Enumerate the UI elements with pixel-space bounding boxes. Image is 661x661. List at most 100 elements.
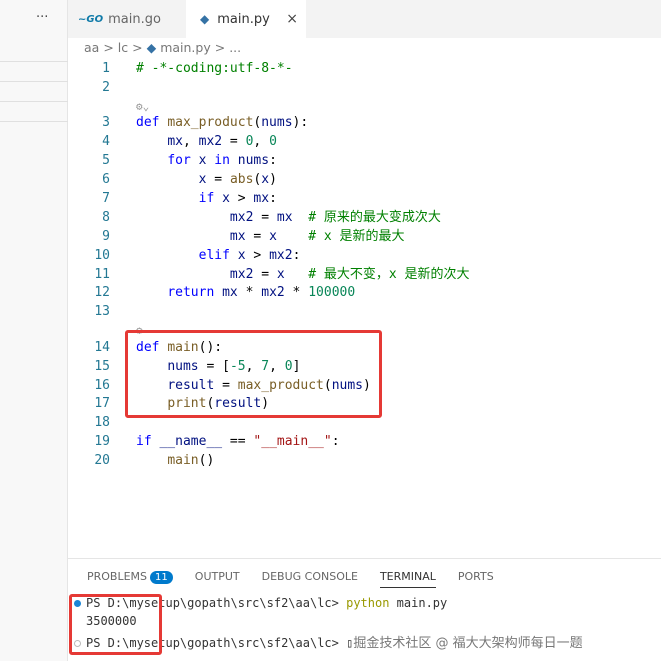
code-token: : xyxy=(292,247,301,263)
code-token: , xyxy=(182,134,199,150)
tab-main-go[interactable]: ~GO main.go xyxy=(68,0,186,38)
python-icon: ◆ xyxy=(146,40,157,55)
line-number: 15 xyxy=(94,358,110,374)
code-token: mx2 xyxy=(229,266,254,282)
line-number: 5 xyxy=(102,153,110,169)
code-token: * xyxy=(284,285,309,301)
more-actions-button[interactable]: ··· xyxy=(36,10,48,25)
code-token: x xyxy=(237,247,246,263)
chevron-right-icon: > xyxy=(132,40,143,55)
code-text: mx, mx2 = 0, 0 xyxy=(136,133,277,151)
code-token: # -*-coding:utf-8-*- xyxy=(136,61,293,76)
code-text: for x in nums: xyxy=(136,152,277,170)
code-token: abs xyxy=(229,172,254,187)
code-token: = xyxy=(245,228,270,244)
code-token: for xyxy=(167,153,199,169)
tab-bar: ~GO main.go ◆ main.py × xyxy=(68,0,661,38)
code-text: if x > mx: xyxy=(136,190,277,208)
tab-debug-console[interactable]: DEBUG CONSOLE xyxy=(262,570,358,588)
line-number: 16 xyxy=(94,377,110,393)
code-token: return xyxy=(167,285,223,301)
code-token: * xyxy=(237,285,262,301)
code-token: ) xyxy=(269,172,277,187)
chevron-right-icon: > xyxy=(103,40,114,55)
code-token: mx2 xyxy=(198,134,223,150)
close-icon[interactable]: × xyxy=(286,11,298,27)
code-token: () xyxy=(198,453,215,469)
code-token: x xyxy=(269,228,277,244)
code-token: "__main__" xyxy=(253,434,332,450)
code-token: if xyxy=(198,190,223,206)
divider xyxy=(0,81,68,82)
watermark: 掘金技术社区 @ 福大大架构师每日一题 xyxy=(353,636,583,651)
command-args: main.py xyxy=(389,596,448,610)
divider xyxy=(0,61,68,62)
code-token: # 原来的最大变成次大 xyxy=(308,209,441,225)
breadcrumb-file[interactable]: main.py xyxy=(160,40,211,55)
line-number: 1 xyxy=(102,61,110,76)
code-token: : xyxy=(269,153,277,169)
code-text: if __name__ == "__main__": xyxy=(136,433,340,451)
code-text: main() xyxy=(136,452,214,470)
tab-terminal[interactable]: TERMINAL xyxy=(379,570,436,588)
code-token: mx xyxy=(222,285,238,301)
code-token: mx xyxy=(229,228,246,244)
code-token: = xyxy=(253,209,277,225)
highlight-box-main xyxy=(125,330,382,418)
code-token: def xyxy=(136,115,168,131)
tab-label: main.go xyxy=(108,11,161,27)
line-number: 2 xyxy=(102,79,110,95)
line-number: 7 xyxy=(102,190,110,206)
line-number: 19 xyxy=(94,434,110,450)
code-token: mx xyxy=(276,209,293,225)
code-token: # 最大不变，x 是新的次大 xyxy=(308,266,470,282)
panel-tabs: PROBLEMS 11 OUTPUT DEBUG CONSOLE TERMINAL… xyxy=(87,570,494,588)
line-number: 18 xyxy=(94,415,110,431)
breadcrumb-lc[interactable]: lc xyxy=(118,40,128,55)
line-number: 9 xyxy=(102,228,110,244)
codelens-icon[interactable]: ⚙⌄ xyxy=(136,98,149,116)
divider xyxy=(0,101,68,102)
chevron-right-icon: > xyxy=(214,40,226,55)
divider xyxy=(0,121,68,122)
code-token: max_product xyxy=(167,115,254,131)
sidebar xyxy=(0,0,68,661)
tab-problems[interactable]: PROBLEMS 11 xyxy=(87,570,173,588)
code-token: if xyxy=(136,434,160,450)
code-token: mx xyxy=(253,190,270,206)
breadcrumb-symbol[interactable]: ... xyxy=(229,40,241,55)
breadcrumb-aa[interactable]: aa xyxy=(84,40,99,55)
code-text: elif x > mx2: xyxy=(136,247,301,265)
line-number: 17 xyxy=(94,396,110,412)
line-number: 12 xyxy=(94,285,110,301)
code-text: mx2 = x # 最大不变，x 是新的次大 xyxy=(136,266,470,284)
python-icon: ◆ xyxy=(200,12,210,26)
code-token: x xyxy=(276,266,285,282)
tab-main-py[interactable]: ◆ main.py × xyxy=(186,0,306,38)
code-token: __name__ xyxy=(159,434,223,450)
code-token: mx xyxy=(167,134,183,150)
line-number: 10 xyxy=(94,247,110,263)
tab-output[interactable]: OUTPUT xyxy=(195,570,240,588)
line-number: 4 xyxy=(102,134,110,150)
code-text: return mx * mx2 * 100000 xyxy=(136,284,355,302)
code-token: nums xyxy=(261,115,293,131)
command: python xyxy=(346,596,390,610)
tab-ports[interactable]: PORTS xyxy=(458,570,494,588)
code-token: = xyxy=(206,172,230,187)
code-token: x xyxy=(222,190,230,206)
code-text: mx2 = mx # 原来的最大变成次大 xyxy=(136,209,441,227)
line-number: 20 xyxy=(94,453,110,469)
